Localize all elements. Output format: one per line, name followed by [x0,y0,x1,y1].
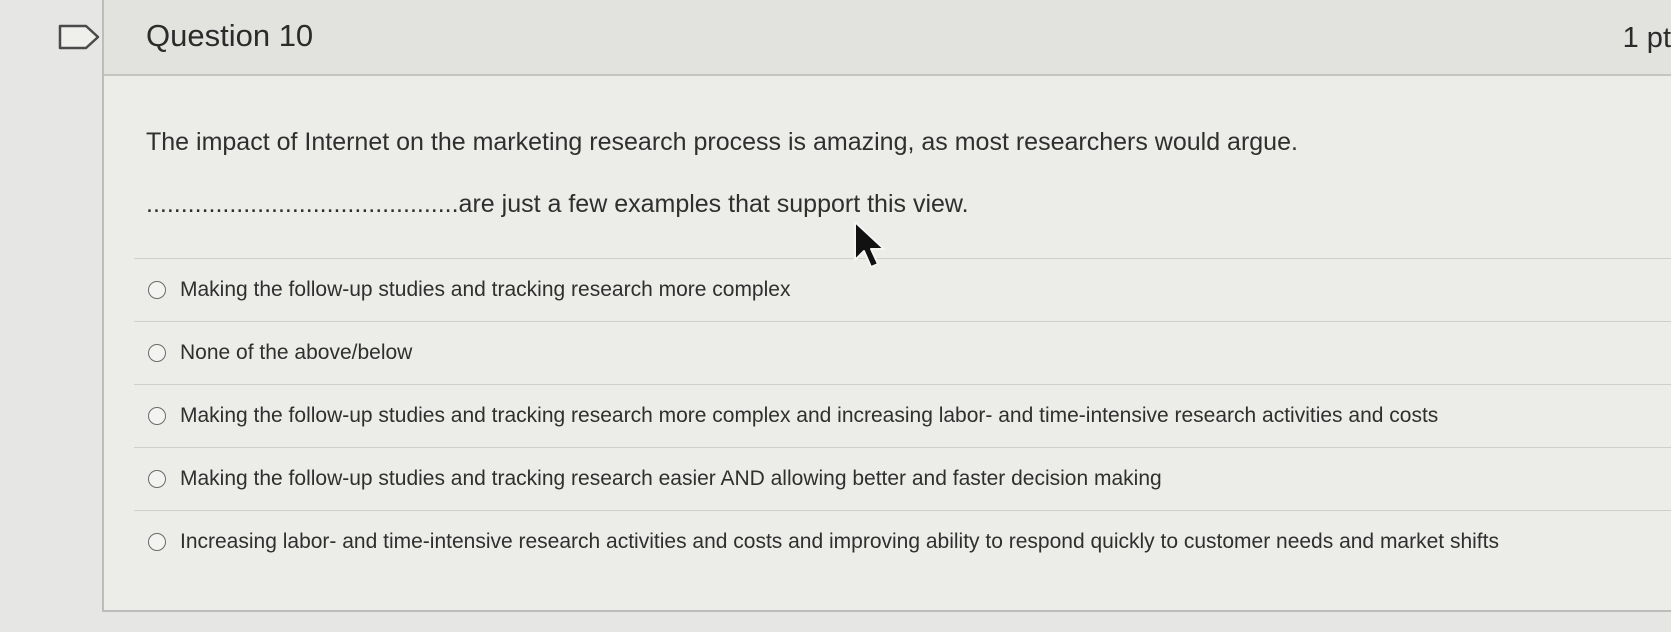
question-text-blank-line: ........................................… [146,190,969,218]
answer-label: None of the above/below [180,341,413,364]
question-card: Question 10 1 pt The impact of Internet … [102,0,1671,612]
answer-label: Making the follow-up studies and trackin… [180,404,1439,427]
answer-list: Making the follow-up studies and trackin… [134,258,1671,573]
answer-option-4[interactable]: Making the follow-up studies and trackin… [134,447,1671,510]
answer-option-5[interactable]: Increasing labor- and time-intensive res… [134,510,1671,573]
radio-button[interactable] [148,344,166,362]
mouse-pointer-icon [854,221,885,268]
answer-option-1[interactable]: Making the follow-up studies and trackin… [134,258,1671,321]
answer-label: Making the follow-up studies and trackin… [180,467,1162,490]
flag-question-icon[interactable] [58,24,102,50]
answer-label: Making the follow-up studies and trackin… [180,278,791,301]
radio-button[interactable] [148,470,166,488]
answer-option-3[interactable]: Making the follow-up studies and trackin… [134,384,1671,447]
radio-button[interactable] [148,407,166,425]
answer-label: Increasing labor- and time-intensive res… [180,530,1499,553]
question-text: The impact of Internet on the marketing … [146,128,1298,156]
question-title: Question 10 [146,18,314,53]
question-points: 1 pt [1622,22,1671,54]
radio-button[interactable] [148,533,166,551]
answer-option-2[interactable]: None of the above/below [134,321,1671,384]
question-header: Question 10 1 pt [104,0,1671,76]
radio-button[interactable] [148,281,166,299]
